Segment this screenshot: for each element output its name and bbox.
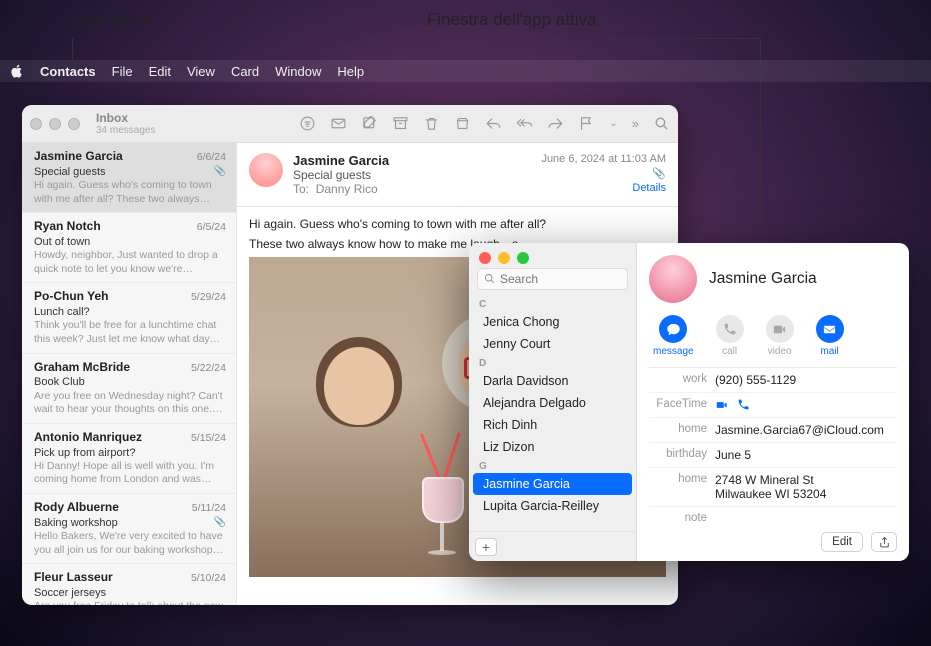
sender-avatar — [249, 153, 283, 187]
facetime-video-icon[interactable] — [715, 398, 729, 412]
reply-all-icon[interactable] — [516, 115, 533, 132]
forward-icon[interactable] — [547, 115, 564, 132]
trash-icon[interactable] — [423, 115, 440, 132]
mail-list-item[interactable]: Ryan Notch6/5/24Out of townHowdy, neighb… — [22, 213, 236, 283]
message-to-label: To: — [293, 182, 309, 196]
mail-toolbar: Inbox 34 messages ⌄ » — [22, 105, 678, 143]
add-contact-button[interactable]: + — [475, 538, 497, 556]
mail-minimize-button[interactable] — [49, 118, 61, 130]
mail-list-item[interactable]: Fleur Lasseur5/10/24Soccer jerseysAre yo… — [22, 564, 236, 605]
contacts-list-item[interactable]: Lupita Garcia-Reilley — [473, 495, 632, 517]
apple-menu[interactable] — [10, 64, 24, 78]
contacts-search-input[interactable] — [477, 268, 628, 290]
menu-file[interactable]: File — [112, 64, 133, 79]
field-value-note[interactable] — [715, 512, 897, 524]
search-icon — [483, 272, 496, 285]
chevron-down-icon[interactable]: ⌄ — [609, 118, 617, 129]
junk-icon[interactable] — [454, 115, 471, 132]
contact-detail-pane: Jasmine Garcia message call video mail w… — [637, 243, 909, 561]
compose-icon[interactable] — [361, 115, 378, 132]
contact-name: Jasmine Garcia — [709, 270, 817, 288]
menubar: Contacts File Edit View Card Window Help — [0, 60, 931, 82]
menu-edit[interactable]: Edit — [149, 64, 171, 79]
archive-icon[interactable] — [392, 115, 409, 132]
mail-inbox-title: Inbox — [96, 111, 216, 125]
more-icon[interactable]: » — [632, 116, 639, 131]
message-details-link[interactable]: Details — [541, 182, 666, 194]
contacts-zoom-button[interactable] — [517, 252, 529, 264]
attachment-icon: 📎 — [541, 167, 666, 180]
mail-list-item[interactable]: Graham McBride5/22/24Book ClubAre you fr… — [22, 354, 236, 424]
contacts-list-item[interactable]: Jasmine Garcia — [473, 473, 632, 495]
contacts-sidebar: CJenica ChongJenny CourtDDarla DavidsonA… — [469, 243, 637, 561]
mail-list-item[interactable]: Po-Chun Yeh5/29/24Lunch call?Think you'l… — [22, 283, 236, 353]
search-icon[interactable] — [653, 115, 670, 132]
video-icon — [766, 315, 794, 343]
message-icon — [659, 315, 687, 343]
menu-card[interactable]: Card — [231, 64, 259, 79]
contacts-window: CJenica ChongJenny CourtDDarla DavidsonA… — [469, 243, 909, 561]
contact-avatar — [649, 255, 697, 303]
contacts-list-item[interactable]: Liz Dizon — [473, 436, 632, 458]
field-value-home-email[interactable]: Jasmine.Garcia67@iCloud.com — [715, 423, 897, 437]
mail-message-list[interactable]: Jasmine Garcia6/6/24Special guests📎Hi ag… — [22, 143, 237, 605]
contacts-group-header: C — [469, 296, 636, 311]
menu-help[interactable]: Help — [337, 64, 364, 79]
field-value-home-address[interactable]: 2748 W Mineral St Milwaukee WI 53204 — [715, 473, 897, 501]
mail-message-count: 34 messages — [96, 125, 216, 136]
message-timestamp: June 6, 2024 at 11:03 AM — [541, 153, 666, 165]
menu-app-name[interactable]: Contacts — [40, 64, 96, 79]
mail-close-button[interactable] — [30, 118, 42, 130]
contacts-list-item[interactable]: Darla Davidson — [473, 370, 632, 392]
message-subject: Special guests — [293, 168, 531, 182]
mail-icon — [816, 315, 844, 343]
contacts-group-header: G — [469, 458, 636, 473]
video-action[interactable]: video — [766, 315, 794, 357]
field-label-work: work — [649, 373, 707, 387]
filter-icon[interactable] — [299, 115, 316, 132]
mail-list-item[interactable]: Jasmine Garcia6/6/24Special guests📎Hi ag… — [22, 143, 236, 213]
menu-view[interactable]: View — [187, 64, 215, 79]
contacts-group-header: D — [469, 355, 636, 370]
mail-action[interactable]: mail — [816, 315, 844, 357]
contacts-minimize-button[interactable] — [498, 252, 510, 264]
contacts-list[interactable]: CJenica ChongJenny CourtDDarla DavidsonA… — [469, 296, 636, 531]
message-from: Jasmine Garcia — [293, 153, 531, 168]
menu-window[interactable]: Window — [275, 64, 321, 79]
envelope-icon[interactable] — [330, 115, 347, 132]
share-contact-button[interactable] — [871, 532, 897, 552]
flag-icon[interactable] — [578, 115, 595, 132]
contacts-list-item[interactable]: Alejandra Delgado — [473, 392, 632, 414]
mail-list-item[interactable]: Antonio Manriquez5/15/24Pick up from air… — [22, 424, 236, 494]
edit-contact-button[interactable]: Edit — [821, 532, 863, 552]
contacts-list-item[interactable]: Jenny Court — [473, 333, 632, 355]
field-label-note: note — [649, 512, 707, 524]
phone-icon — [716, 315, 744, 343]
contacts-list-item[interactable]: Jenica Chong — [473, 311, 632, 333]
field-label-facetime: FaceTime — [649, 398, 707, 412]
field-label-home-email: home — [649, 423, 707, 437]
reply-icon[interactable] — [485, 115, 502, 132]
message-body-line: Hi again. Guess who's coming to town wit… — [249, 217, 666, 231]
contacts-close-button[interactable] — [479, 252, 491, 264]
field-value-work-phone[interactable]: (920) 555-1129 — [715, 373, 897, 387]
field-label-birthday: birthday — [649, 448, 707, 462]
call-action[interactable]: call — [716, 315, 744, 357]
field-value-birthday: June 5 — [715, 448, 897, 462]
contacts-list-item[interactable]: Rich Dinh — [473, 414, 632, 436]
mail-zoom-button[interactable] — [68, 118, 80, 130]
mail-list-item[interactable]: Rody Albuerne5/11/24Baking workshop📎Hell… — [22, 494, 236, 564]
field-label-home-address: home — [649, 473, 707, 501]
facetime-audio-icon[interactable] — [737, 398, 750, 412]
message-to: Danny Rico — [316, 182, 378, 196]
callout-active-window: Finestra dell'app attiva — [427, 10, 597, 30]
message-action[interactable]: message — [653, 315, 694, 357]
callout-active-app: App attiva — [76, 10, 152, 30]
